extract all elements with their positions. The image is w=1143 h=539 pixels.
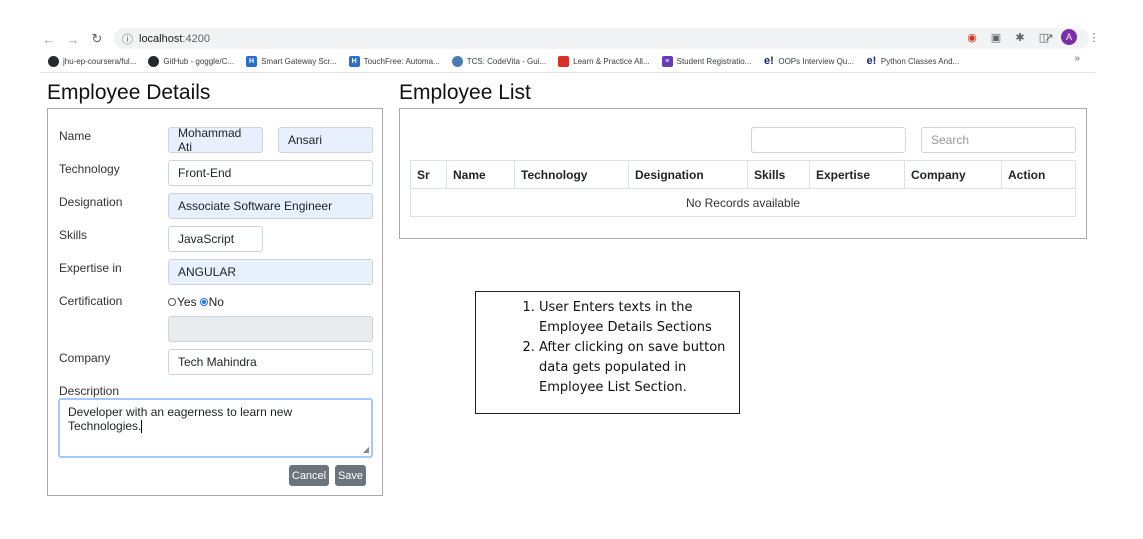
info-icon[interactable]: ⓘ [122, 31, 133, 47]
search-input[interactable]: Search [921, 127, 1076, 153]
e-icon: e! [866, 55, 877, 67]
technology-input[interactable]: Front-End [168, 160, 373, 186]
extension-tray: ◉ ▣ ✱ ◫ A ⋮ [965, 29, 1101, 45]
e-icon: e! [763, 55, 774, 67]
bookmark-item[interactable]: H Smart Gateway Scr... [246, 55, 337, 67]
github-icon [148, 55, 160, 67]
name-label: Name [59, 129, 92, 143]
employee-list-title: Employee List [399, 81, 531, 104]
certification-yes-radio[interactable] [168, 298, 176, 306]
expertise-label: Expertise in [59, 261, 122, 275]
browser-toolbar: ← → ↻ ⓘ localhost:4200 ↗ ☆ ◉ ▣ ✱ ◫ A ⋮ [40, 28, 1100, 50]
last-name-input[interactable]: Ansari [278, 127, 373, 153]
text-cursor [141, 420, 143, 434]
column-header-designation[interactable]: Designation [628, 160, 748, 189]
certification-label: Certification [59, 294, 123, 308]
cancel-button[interactable]: Cancel [289, 465, 329, 486]
profile-avatar[interactable]: A [1061, 29, 1077, 45]
forms-icon: ≡ [661, 55, 673, 67]
reload-icon[interactable]: ↻ [88, 30, 106, 48]
employee-table: Sr Name Technology Designation Skills Ex… [410, 160, 1076, 217]
table-header-row: Sr Name Technology Designation Skills Ex… [410, 160, 1076, 189]
certification-no-radio[interactable] [199, 298, 208, 306]
technology-label: Technology [59, 162, 120, 176]
first-name-input[interactable]: Mohammad Ati [168, 126, 263, 154]
column-header-company[interactable]: Company [904, 160, 1002, 189]
bookmark-item[interactable]: jhu-ep-coursera/ful... [48, 55, 136, 67]
company-label: Company [59, 351, 111, 365]
practice-icon [558, 55, 570, 67]
employee-list-panel: Search Sr Name Technology Designation Sk… [399, 108, 1087, 239]
description-textarea[interactable]: Developer with an eagerness to learn new… [58, 398, 373, 458]
bookmark-item[interactable]: Learn & Practice All... [558, 55, 650, 67]
address-bar[interactable]: ⓘ localhost:4200 ↗ ☆ [114, 28, 1089, 49]
bookmark-item[interactable]: e! OOPs Interview Qu... [763, 55, 854, 67]
no-label: No [208, 295, 224, 309]
bookmarks-bar: jhu-ep-coursera/ful... GitHub - goggle/C… [48, 53, 1088, 69]
list-item: User Enters texts in the Employee Detail… [539, 298, 729, 338]
column-header-name[interactable]: Name [446, 160, 515, 189]
side-panel-icon[interactable]: ◫ [1037, 30, 1051, 44]
designation-input[interactable]: Associate Software Engineer [168, 193, 373, 219]
camera-extension-icon[interactable]: ▣ [989, 30, 1003, 44]
bookmark-item[interactable]: H TouchFree: Automa... [348, 55, 440, 67]
more-menu-icon[interactable]: ⋮ [1087, 30, 1101, 44]
skills-input[interactable]: JavaScript [168, 226, 263, 252]
employee-details-form: Name Mohammad Ati Ansari Technology Fron… [47, 108, 383, 496]
forward-arrow-icon[interactable]: → [64, 30, 82, 48]
certification-radio-group: Yes No [168, 295, 224, 309]
company-input[interactable]: Tech Mahindra [168, 349, 373, 375]
yes-label: Yes [177, 295, 197, 309]
description-label: Description [59, 384, 120, 398]
tcs-icon [451, 55, 463, 67]
instructions-note: User Enters texts in the Employee Detail… [475, 291, 740, 414]
empty-state-message: No Records available [410, 188, 1076, 217]
resize-handle-icon[interactable]: ◢ [363, 445, 369, 454]
column-header-expertise[interactable]: Expertise [809, 160, 905, 189]
url-text: localhost:4200 [139, 32, 210, 45]
employee-details-title: Employee Details [47, 81, 211, 104]
instructions-list: User Enters texts in the Employee Detail… [509, 298, 729, 398]
puzzle-icon[interactable]: ✱ [1013, 30, 1027, 44]
toolbar-divider [40, 72, 1095, 73]
hackerearth-icon: H [348, 55, 360, 67]
bookmark-item[interactable]: ≡ Student Registratio... [661, 55, 751, 67]
github-icon [48, 55, 59, 67]
expertise-input[interactable]: ANGULAR [168, 259, 373, 285]
bookmark-item[interactable]: GitHub - goggle/C... [148, 55, 234, 67]
bookmark-item[interactable]: TCS: CodeVita - Gui... [451, 55, 546, 67]
pocket-extension-icon[interactable]: ◉ [965, 30, 979, 44]
skills-label: Skills [59, 228, 88, 242]
filter-input[interactable] [751, 127, 906, 153]
column-header-technology[interactable]: Technology [514, 160, 629, 189]
designation-label: Designation [59, 195, 123, 209]
back-arrow-icon[interactable]: ← [40, 30, 58, 48]
bookmarks-overflow-icon[interactable]: » [1074, 53, 1080, 64]
list-item: After clicking on save button data gets … [539, 338, 729, 398]
column-header-action[interactable]: Action [1001, 160, 1076, 189]
table-row: No Records available [410, 188, 1076, 217]
bookmark-item[interactable]: e! Python Classes And... [866, 55, 960, 67]
column-header-sr[interactable]: Sr [410, 160, 447, 189]
save-button[interactable]: Save [335, 465, 366, 486]
certification-detail-input[interactable] [168, 316, 373, 342]
column-header-skills[interactable]: Skills [747, 160, 810, 189]
hackerearth-icon: H [246, 55, 258, 67]
